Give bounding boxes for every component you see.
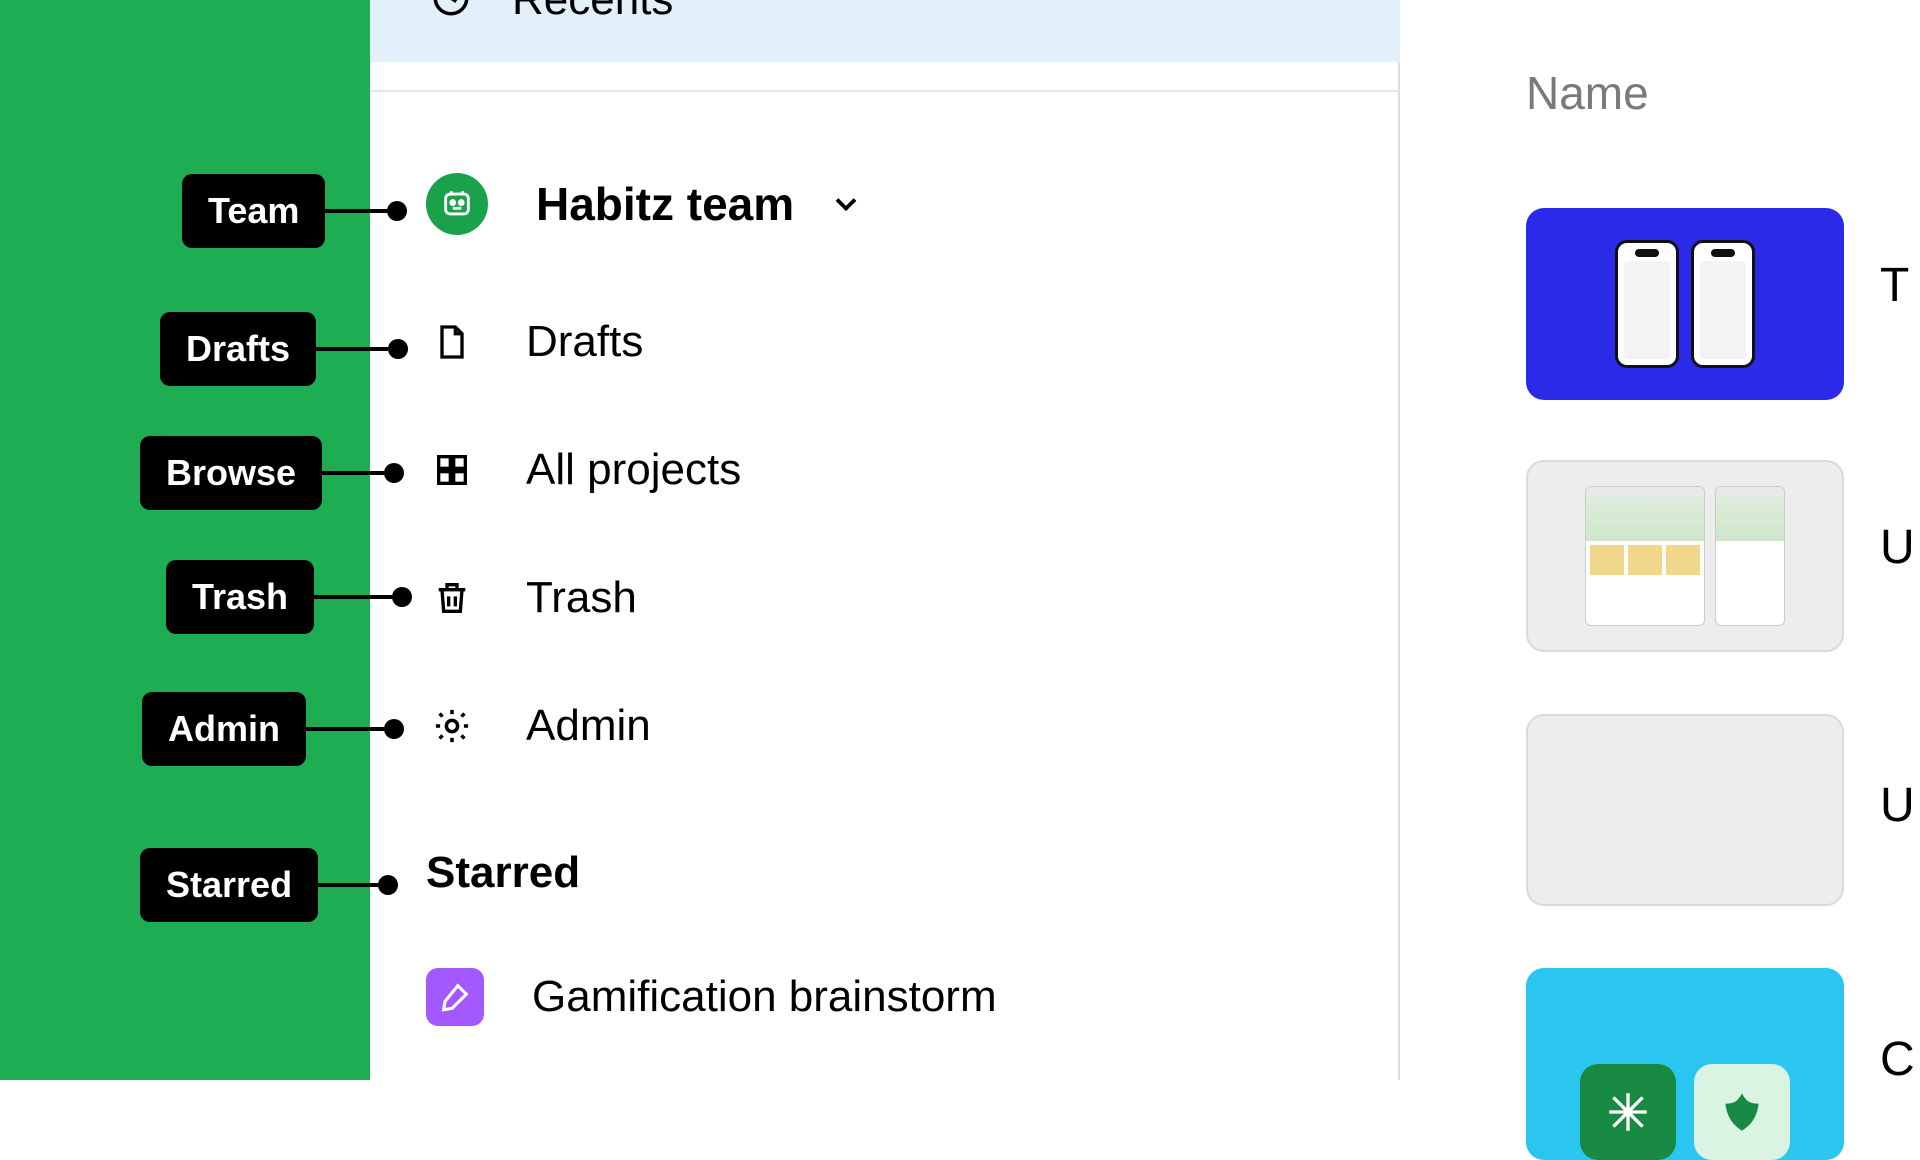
webpage-mockup-icon (1585, 486, 1705, 626)
grid-icon (426, 444, 478, 496)
callout-dot (387, 201, 407, 221)
file-name-cropped: U (1880, 778, 1915, 833)
sidebar-item-trash[interactable]: Trash (370, 552, 1400, 644)
file-browser-sidebar: Recents Habitz team Drafts (370, 0, 1400, 1080)
callout-admin: Admin (142, 692, 404, 766)
webpage-mockup-icon (1715, 486, 1785, 626)
sidebar-item-admin[interactable]: Admin (370, 680, 1400, 772)
phone-mockup-icon (1691, 240, 1755, 368)
file-thumbnail[interactable] (1526, 714, 1844, 906)
callout-connector (325, 209, 387, 213)
divider (370, 90, 1400, 92)
callout-dot (384, 463, 404, 483)
callout-label: Admin (142, 692, 306, 766)
callout-connector (316, 347, 388, 351)
sticker-icon (1580, 1064, 1676, 1160)
callout-drafts: Drafts (160, 312, 408, 386)
phone-mockup-icon (1615, 240, 1679, 368)
callout-label: Trash (166, 560, 314, 634)
column-header-name[interactable]: Name (1526, 66, 1649, 120)
callout-label: Browse (140, 436, 322, 510)
chevron-down-icon (828, 186, 864, 222)
sidebar-item-label: Recents (512, 0, 673, 25)
callout-browse: Browse (140, 436, 404, 510)
callout-dot (378, 875, 398, 895)
sidebar-item-label: Trash (526, 573, 637, 623)
file-list-panel: Name (1400, 0, 1920, 1080)
callout-connector (318, 883, 378, 887)
sticker-icon (1694, 1064, 1790, 1160)
callout-label: Drafts (160, 312, 316, 386)
callout-team: Team (182, 174, 407, 248)
gear-icon (426, 700, 478, 752)
callout-dot (388, 339, 408, 359)
sidebar-item-all-projects[interactable]: All projects (370, 424, 1400, 516)
trash-icon (426, 572, 478, 624)
sidebar-item-label: All projects (526, 445, 741, 495)
file-name-cropped: U (1880, 520, 1915, 575)
callout-label: Starred (140, 848, 318, 922)
callout-connector (314, 595, 392, 599)
callout-label: Team (182, 174, 325, 248)
team-name-label: Habitz team (536, 177, 794, 231)
sidebar-section-starred: Starred (426, 848, 580, 898)
starred-file-label: Gamification brainstorm (532, 972, 997, 1022)
callout-dot (384, 719, 404, 739)
figjam-file-icon (426, 968, 484, 1026)
sidebar-item-label: Drafts (526, 317, 643, 367)
file-icon (426, 316, 478, 368)
file-name-cropped: C (1880, 1032, 1915, 1087)
callout-dot (392, 587, 412, 607)
file-thumbnail[interactable] (1526, 460, 1844, 652)
sidebar-item-recents[interactable]: Recents (370, 0, 1400, 62)
callout-trash: Trash (166, 560, 412, 634)
starred-file-item[interactable]: Gamification brainstorm (426, 968, 997, 1026)
sidebar-team-switcher[interactable]: Habitz team (370, 158, 1400, 250)
file-thumbnail[interactable] (1526, 968, 1844, 1160)
sidebar-item-label: Admin (526, 701, 651, 751)
team-avatar-icon (426, 173, 488, 235)
file-name-cropped: T (1880, 258, 1909, 313)
callout-starred: Starred (140, 848, 398, 922)
sidebar-item-drafts[interactable]: Drafts (370, 296, 1400, 388)
callout-connector (322, 471, 384, 475)
clock-icon (430, 0, 472, 24)
file-thumbnail[interactable] (1526, 208, 1844, 400)
callout-connector (306, 727, 384, 731)
